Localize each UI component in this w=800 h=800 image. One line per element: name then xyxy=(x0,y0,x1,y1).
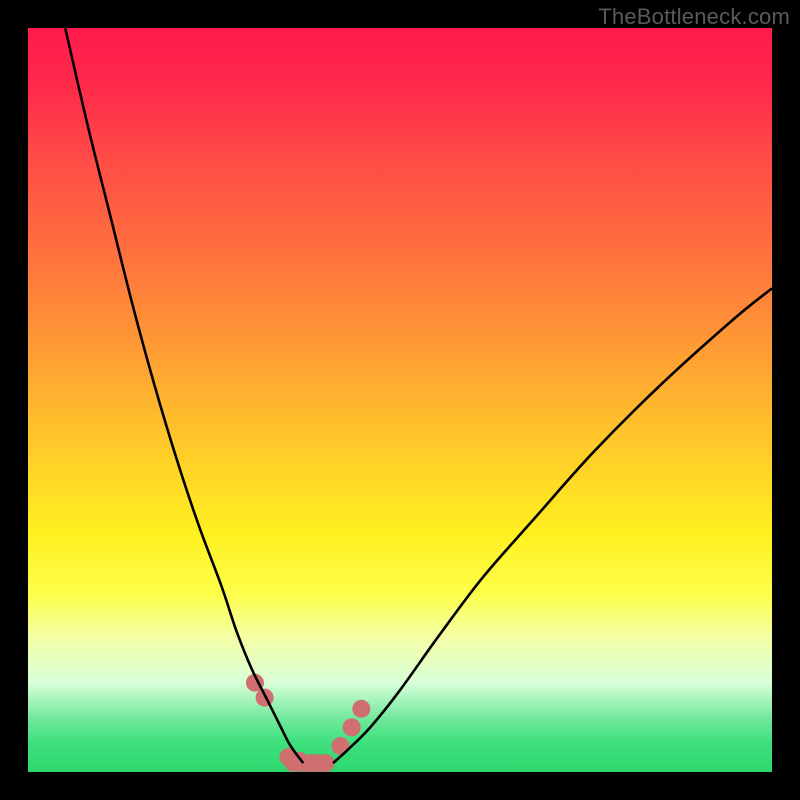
left-curve xyxy=(65,28,303,763)
chart-frame: TheBottleneck.com xyxy=(0,0,800,800)
watermark-text: TheBottleneck.com xyxy=(598,4,790,30)
scatter-dots xyxy=(246,674,370,772)
scatter-dot xyxy=(343,718,361,736)
right-curve xyxy=(333,288,772,763)
scatter-dot xyxy=(352,700,370,718)
scatter-dot xyxy=(256,689,274,707)
scatter-base xyxy=(285,756,333,772)
chart-svg xyxy=(28,28,772,772)
